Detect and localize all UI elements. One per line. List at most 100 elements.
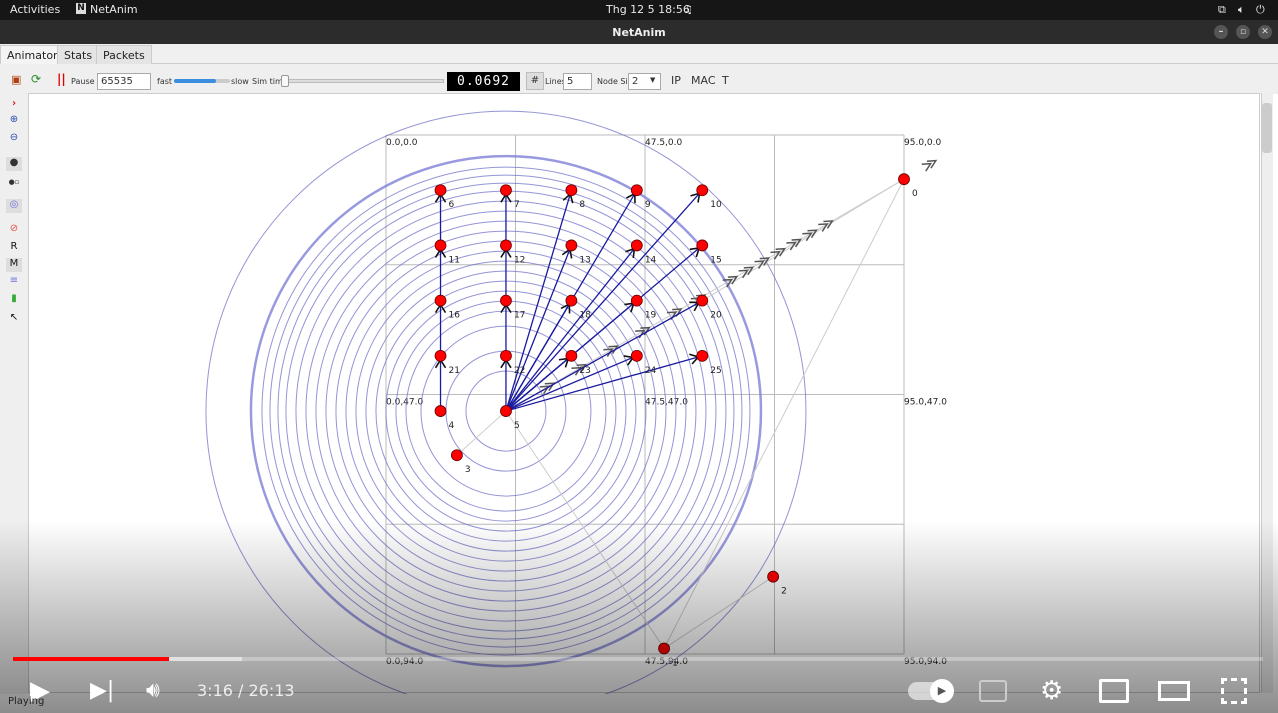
- node-label: 17: [514, 311, 525, 321]
- ip-toggle[interactable]: IP: [671, 74, 681, 87]
- theater-mode-icon[interactable]: [1158, 681, 1190, 701]
- node-label: 25: [710, 366, 721, 376]
- autoplay-toggle[interactable]: ▶: [908, 679, 954, 703]
- node-label: 4: [449, 421, 455, 431]
- node-25: [696, 349, 709, 362]
- grid-coordinate-label: 95.0,47.0: [904, 398, 947, 408]
- fast-forward-icon[interactable]: ›: [6, 98, 22, 112]
- node-4: [434, 405, 447, 417]
- node-label: 15: [710, 255, 721, 265]
- no-packets-icon[interactable]: ⊘: [6, 223, 22, 237]
- faint-link: [456, 410, 507, 456]
- background-icon[interactable]: ●: [6, 157, 22, 171]
- packet-lines-icon[interactable]: ≡: [6, 275, 22, 289]
- played-bar: [13, 657, 170, 661]
- grid-coordinate-label: 0.0,0.0: [386, 138, 418, 148]
- m-toggle[interactable]: M: [6, 258, 22, 272]
- tab-stats[interactable]: Stats: [57, 45, 100, 64]
- mac-toggle[interactable]: MAC: [691, 74, 716, 87]
- subtitles-icon[interactable]: [979, 680, 1007, 702]
- volume-button[interactable]: 🔊︎: [146, 678, 160, 703]
- miniplayer-icon[interactable]: [1099, 679, 1129, 703]
- fast-label: fast: [157, 77, 173, 86]
- node-9: [630, 184, 643, 197]
- window-titlebar: NetAnim – ▫ ✕: [0, 20, 1278, 44]
- node-label: 8: [579, 200, 585, 210]
- node-label: 5: [514, 421, 520, 431]
- node-21: [434, 349, 447, 362]
- node-20: [696, 294, 709, 307]
- pause-at-input[interactable]: 65535: [97, 73, 151, 90]
- link-5-24: [505, 355, 638, 412]
- settings-gear-icon[interactable]: ⚙: [1040, 676, 1063, 706]
- node-5: [500, 405, 512, 417]
- tab-bar: Animator Stats Packets: [0, 44, 1278, 64]
- node-label: 14: [645, 255, 657, 265]
- fullscreen-icon[interactable]: [1221, 678, 1247, 704]
- sim-time-handle[interactable]: [281, 75, 289, 87]
- next-button[interactable]: ▶|: [90, 678, 114, 703]
- node-11: [434, 239, 447, 252]
- maximize-button[interactable]: ▫: [1236, 25, 1250, 39]
- sim-time-slider[interactable]: [281, 75, 444, 87]
- mouse-position-icon[interactable]: ↖: [6, 312, 22, 326]
- node-size-select[interactable]: 2: [628, 73, 661, 90]
- animator-toolbar: ▣ ⟳ || Pause At 65535 fast slow Sim time…: [0, 64, 1278, 108]
- node-label: 3: [465, 465, 471, 475]
- volume-icon[interactable]: 🔈︎: [1238, 3, 1245, 17]
- grid-coordinate-label: 47.5,47.0: [645, 398, 688, 408]
- lines-spinbox[interactable]: 5: [563, 73, 592, 90]
- node-14: [630, 239, 643, 252]
- faint-link: [505, 410, 665, 649]
- sim-time-display: 0.0692 1429: [447, 72, 520, 108]
- power-icon[interactable]: ⏻: [1256, 3, 1265, 17]
- node-1: [658, 642, 670, 655]
- node-10: [696, 184, 709, 197]
- node-label: 20: [710, 311, 722, 321]
- faint-link: [663, 576, 774, 649]
- node-label: 22: [514, 366, 525, 376]
- slow-label: slow: [231, 77, 249, 86]
- node-label: 24: [645, 366, 657, 376]
- minimize-button[interactable]: –: [1214, 25, 1228, 39]
- node-label: 18: [579, 311, 591, 321]
- open-file-icon[interactable]: ▣: [11, 73, 21, 86]
- grid-coordinate-label: 47.5,0.0: [645, 138, 682, 148]
- left-toolbar: › ⊕ ⊖ ● ●▫ ◎ ⊘ R M ≡ ▮ ↖: [0, 94, 28, 694]
- pause-button[interactable]: ||: [57, 72, 66, 86]
- packet-arrow: [921, 159, 938, 172]
- node-18: [565, 294, 578, 307]
- node-2: [767, 570, 780, 583]
- close-button[interactable]: ✕: [1258, 25, 1272, 39]
- packet-arrow: [770, 247, 787, 260]
- animation-canvas[interactable]: 0.0,0.0 47.5,0.0 95.0,0.0 0.0,47.0 47.5,47.0…: [28, 93, 1260, 712]
- netanim-app-icon: N: [76, 3, 86, 14]
- node-15: [696, 239, 709, 252]
- app-menu[interactable]: NetAnim: [90, 3, 138, 16]
- node-label: 0: [912, 189, 918, 199]
- reload-icon[interactable]: ⟳: [31, 72, 41, 86]
- clock[interactable]: Thg 12 5 18:56: [606, 3, 690, 16]
- activities-button[interactable]: Activities: [10, 3, 60, 16]
- node-19: [630, 294, 643, 307]
- zoom-out-icon[interactable]: ⊖: [6, 132, 22, 146]
- speed-slider-fill: [174, 79, 216, 83]
- grid-toggle-button[interactable]: #: [526, 72, 544, 90]
- node-16: [434, 294, 447, 307]
- wireless-circles-icon[interactable]: ◎: [6, 199, 22, 213]
- node-13: [565, 239, 578, 252]
- node-22: [500, 349, 512, 362]
- r-toggle[interactable]: R: [6, 241, 22, 255]
- vertical-scrollbar[interactable]: [1261, 93, 1273, 693]
- node-description-icon[interactable]: ●▫: [6, 178, 22, 192]
- tab-animator[interactable]: Animator: [0, 45, 65, 64]
- battery-icon[interactable]: ▮: [6, 293, 22, 307]
- network-icon[interactable]: ⧉: [1218, 3, 1226, 17]
- video-progress-bar[interactable]: [13, 657, 1263, 661]
- t-toggle[interactable]: T: [722, 74, 729, 87]
- zoom-in-icon[interactable]: ⊕: [6, 114, 22, 128]
- speed-slider[interactable]: [174, 79, 230, 83]
- scrollbar-thumb[interactable]: [1262, 103, 1272, 153]
- tab-packets[interactable]: Packets: [96, 45, 152, 64]
- node-label: 9: [645, 200, 651, 210]
